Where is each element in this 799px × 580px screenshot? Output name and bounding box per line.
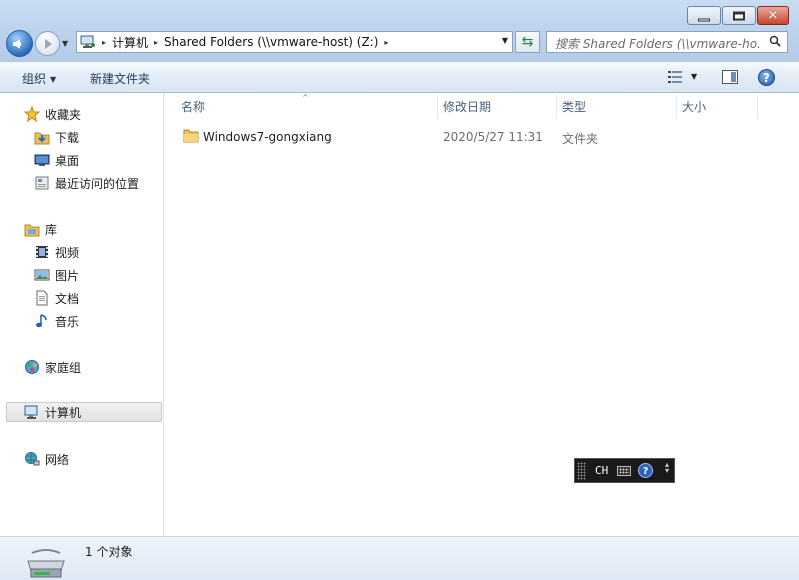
organize-button[interactable]: 组织 ▼: [22, 70, 56, 87]
search-box[interactable]: 搜索 Shared Folders (\\vmware-ho...: [546, 31, 788, 53]
refresh-icon: ⇆: [521, 34, 534, 50]
network-drive-icon: [27, 549, 65, 578]
video-icon: [36, 246, 48, 258]
sidebar-item-label: 桌面: [55, 153, 80, 168]
recent-pages-dropdown[interactable]: ▼: [62, 39, 72, 49]
sidebar-item-label: 下载: [55, 130, 80, 145]
help-icon[interactable]: ?: [638, 463, 653, 478]
minimize-button[interactable]: [687, 6, 721, 25]
sidebar-item-pictures[interactable]: 图片: [34, 265, 79, 285]
back-arrow-icon: [13, 39, 21, 49]
forward-button[interactable]: [35, 31, 60, 56]
close-icon: ✕: [767, 8, 779, 23]
item-count: 1 个对象: [85, 545, 133, 559]
breadcrumb-computer[interactable]: 计算机: [112, 34, 148, 51]
minimize-icon: [698, 18, 710, 21]
sidebar-item-music[interactable]: 音乐: [34, 311, 79, 331]
change-view-icon[interactable]: [668, 71, 682, 83]
sidebar-item-label: 库: [45, 222, 58, 237]
search-input[interactable]: 搜索 Shared Folders (\\vmware-ho...: [555, 35, 760, 52]
column-header-name[interactable]: 名称: [170, 95, 437, 119]
view-options-dropdown[interactable]: ▼: [691, 72, 697, 81]
sidebar-item-label: 音乐: [55, 314, 80, 329]
folder-icon: [183, 129, 199, 143]
sidebar-item-label: 家庭组: [45, 360, 82, 375]
close-button[interactable]: ✕: [757, 6, 789, 25]
column-header-type[interactable]: 类型: [551, 95, 671, 119]
computer-icon: [80, 35, 95, 48]
file-name[interactable]: Windows7-gongxiang: [203, 130, 332, 144]
sidebar-item-label: 网络: [45, 452, 70, 467]
back-button[interactable]: [6, 30, 33, 57]
sidebar-item-videos[interactable]: 视频: [34, 242, 79, 262]
breadcrumb-shared-folders[interactable]: Shared Folders (\\vmware-host) (Z:): [164, 35, 378, 49]
sidebar-item-documents[interactable]: 文档: [34, 288, 79, 308]
drag-handle-icon[interactable]: [577, 462, 586, 480]
sidebar-item-label: 文档: [55, 291, 80, 306]
sidebar-item-libraries[interactable]: 库: [24, 219, 57, 239]
document-icon: [36, 290, 48, 306]
download-folder-icon: [34, 132, 50, 145]
organize-label: 组织: [22, 72, 47, 86]
sidebar-item-label: 视频: [55, 245, 80, 260]
sidebar-item-favorites[interactable]: 收藏夹: [24, 104, 81, 124]
address-bar[interactable]: ▸ 计算机 ▸ Shared Folders (\\vmware-host) (…: [76, 31, 513, 53]
recent-places-icon: [35, 176, 49, 190]
homegroup-icon: [25, 360, 39, 374]
column-header-size[interactable]: 大小: [671, 95, 757, 119]
music-icon: [36, 314, 47, 328]
navigation-pane: 收藏夹 下载 桌面 最近访问的位置 库 视频 图片 文档 音乐 家庭组 计算机: [0, 93, 164, 536]
options-menu-icon[interactable]: ▴ ▾: [663, 461, 671, 480]
computer-icon: [24, 405, 38, 419]
help-icon[interactable]: ?: [758, 69, 775, 86]
maximize-button[interactable]: [722, 6, 756, 25]
sidebar-item-desktop[interactable]: 桌面: [34, 150, 79, 170]
refresh-button[interactable]: ⇆: [515, 31, 540, 53]
window-controls: ✕: [686, 6, 789, 25]
column-header-modified[interactable]: 修改日期: [432, 95, 556, 119]
organize-arrow-icon: ▼: [50, 75, 57, 84]
sidebar-item-label: 图片: [55, 268, 80, 283]
file-type: 文件夹: [562, 132, 599, 146]
sidebar-item-label: 最近访问的位置: [55, 176, 140, 191]
sidebar-item-downloads[interactable]: 下载: [34, 127, 79, 147]
forward-arrow-icon: [45, 39, 52, 49]
breadcrumb-separator[interactable]: ▸: [102, 38, 106, 47]
sidebar-item-label: 收藏夹: [45, 107, 82, 122]
command-bar: 组织 ▼ 新建文件夹 ▼ ?: [0, 62, 799, 93]
file-modified: 2020/5/27 11:31: [443, 130, 543, 144]
keyboard-icon[interactable]: [617, 466, 631, 476]
preview-pane-icon[interactable]: [722, 70, 738, 84]
network-icon: [25, 452, 40, 466]
ime-language-bar[interactable]: CH ? ▴ ▾: [574, 458, 675, 483]
sidebar-item-network[interactable]: 网络: [24, 449, 69, 469]
breadcrumb-separator[interactable]: ▸: [154, 38, 158, 47]
navigation-buttons: ▼: [6, 30, 72, 57]
new-folder-button[interactable]: 新建文件夹: [90, 70, 150, 87]
sidebar-item-recent-places[interactable]: 最近访问的位置: [34, 173, 139, 193]
window-titlebar: ✕ ▼ ▸ 计算机 ▸ Shared Folders (\\vmware-hos…: [0, 0, 799, 62]
picture-icon: [34, 269, 50, 281]
sidebar-item-label: 计算机: [45, 405, 82, 420]
sidebar-item-computer[interactable]: 计算机: [6, 402, 162, 422]
table-row[interactable]: Windows7-gongxiang 2020/5/27 11:31 文件夹: [179, 126, 779, 148]
maximize-icon: [733, 11, 745, 20]
sidebar-item-homegroup[interactable]: 家庭组: [24, 357, 81, 377]
input-language-indicator[interactable]: CH: [595, 464, 608, 477]
details-pane: 1 个对象: [0, 536, 799, 580]
library-icon: [24, 224, 40, 237]
search-icon[interactable]: [769, 35, 781, 47]
breadcrumb-separator[interactable]: ▸: [384, 38, 388, 47]
desktop-icon: [34, 154, 50, 166]
file-list: ^ 名称 修改日期 类型 大小 Windows7-gongxiang 2020/…: [165, 93, 799, 536]
address-history-dropdown[interactable]: ▼: [502, 36, 508, 45]
column-divider[interactable]: [757, 95, 758, 119]
star-icon: [24, 106, 40, 122]
